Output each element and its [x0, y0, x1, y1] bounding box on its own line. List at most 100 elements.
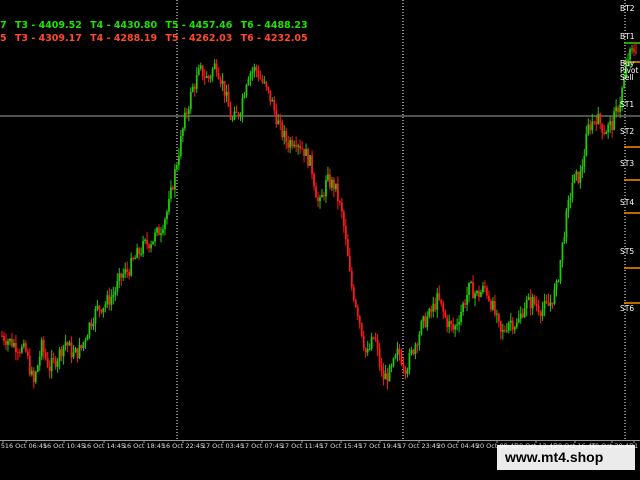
- candle-body: [225, 91, 228, 96]
- candle-body: [166, 211, 168, 220]
- candle-body: [448, 321, 451, 328]
- level-label-st5: ST5: [620, 247, 635, 256]
- candle-body: [146, 239, 148, 245]
- candle-body: [368, 348, 371, 350]
- candle-body: [287, 142, 290, 148]
- candle-body: [152, 241, 154, 245]
- candle-body: [60, 349, 63, 357]
- candle-body: [380, 365, 383, 371]
- candle-body: [535, 303, 538, 307]
- candle-body: [26, 351, 29, 357]
- candle-body: [86, 335, 89, 341]
- candle-body: [255, 66, 258, 71]
- candle-body: [418, 334, 421, 346]
- x-tick-label: 17 Oct 15:45: [319, 442, 363, 450]
- candle-body: [285, 131, 288, 143]
- candle-body: [412, 349, 415, 355]
- candle-body: [376, 340, 379, 349]
- candle-body: [432, 303, 435, 312]
- candle-body: [585, 133, 588, 156]
- candle-body: [488, 295, 490, 301]
- candle-body: [221, 81, 224, 84]
- candle-body: [15, 342, 17, 352]
- candle-body: [557, 281, 560, 283]
- candle-body: [3, 335, 5, 342]
- candle-body: [1, 335, 3, 337]
- candle-body: [587, 124, 590, 134]
- candle-body: [410, 349, 413, 354]
- candle-body: [505, 330, 508, 332]
- level-markers: [624, 42, 640, 304]
- candle-body: [181, 128, 184, 136]
- candle-body: [299, 145, 302, 149]
- candle-body: [519, 313, 522, 319]
- candle-body: [539, 312, 542, 317]
- candle-body: [193, 86, 196, 89]
- candle-body: [547, 302, 550, 306]
- candle-body: [325, 180, 327, 197]
- candle-body: [509, 320, 512, 323]
- candle-body: [340, 202, 343, 212]
- candle-body: [319, 197, 321, 202]
- candle-body: [583, 155, 586, 167]
- buy-level-partial: 7: [0, 20, 7, 31]
- candle-body: [104, 304, 107, 308]
- candle-body: [30, 370, 33, 375]
- candle-body: [541, 308, 544, 317]
- candle-body: [633, 48, 635, 52]
- candlestick-chart[interactable]: [0, 0, 640, 480]
- level-label-st4: ST4: [620, 198, 635, 207]
- level-label-st6: ST6: [620, 304, 635, 313]
- candle-body: [601, 123, 604, 133]
- candle-body: [78, 345, 81, 358]
- candle-body: [48, 366, 51, 372]
- x-tick-label: 17 Oct 11:45: [280, 442, 324, 450]
- candle-body: [615, 107, 618, 112]
- candle-body: [245, 84, 248, 96]
- candle-body: [257, 70, 260, 78]
- candle-body: [573, 174, 576, 184]
- candle-body: [342, 211, 345, 226]
- candle-body: [476, 290, 478, 294]
- candle-body: [231, 119, 234, 121]
- candles: [1, 41, 637, 390]
- candle-body: [358, 315, 361, 323]
- candle-body: [472, 281, 474, 299]
- candle-body: [106, 295, 109, 305]
- watermark-text: www.mt4.shop: [505, 449, 604, 465]
- candle-body: [517, 318, 520, 323]
- x-tick-label: 20 Oct 04:45: [436, 442, 480, 450]
- candle-body: [613, 111, 616, 131]
- candle-body: [529, 297, 532, 309]
- candle-body: [211, 68, 214, 77]
- candle-body: [571, 183, 574, 198]
- candle-body: [416, 344, 419, 346]
- candle-body: [370, 337, 373, 349]
- candle-body: [591, 121, 594, 131]
- candle-body: [531, 296, 534, 309]
- candle-body: [128, 271, 131, 276]
- candle-body: [372, 337, 375, 339]
- candle-body: [223, 81, 226, 96]
- candle-body: [116, 280, 119, 292]
- candle-body: [507, 322, 510, 331]
- candle-body: [513, 327, 516, 330]
- candle-body: [460, 312, 463, 322]
- candle-body: [22, 343, 25, 347]
- candle-body: [56, 361, 59, 367]
- candle-body: [82, 342, 85, 349]
- candle-body: [271, 100, 274, 102]
- candle-body: [424, 316, 427, 328]
- candle-body: [346, 239, 349, 257]
- candle-body: [154, 232, 156, 242]
- candle-body: [50, 358, 53, 372]
- candle-body: [215, 63, 218, 73]
- candle-body: [311, 155, 313, 175]
- candle-body: [360, 322, 363, 337]
- candle-body: [333, 179, 335, 190]
- candle-body: [112, 295, 115, 297]
- candle-body: [142, 240, 145, 254]
- candle-body: [36, 365, 39, 372]
- candle-body: [386, 373, 389, 382]
- candle-body: [174, 169, 176, 190]
